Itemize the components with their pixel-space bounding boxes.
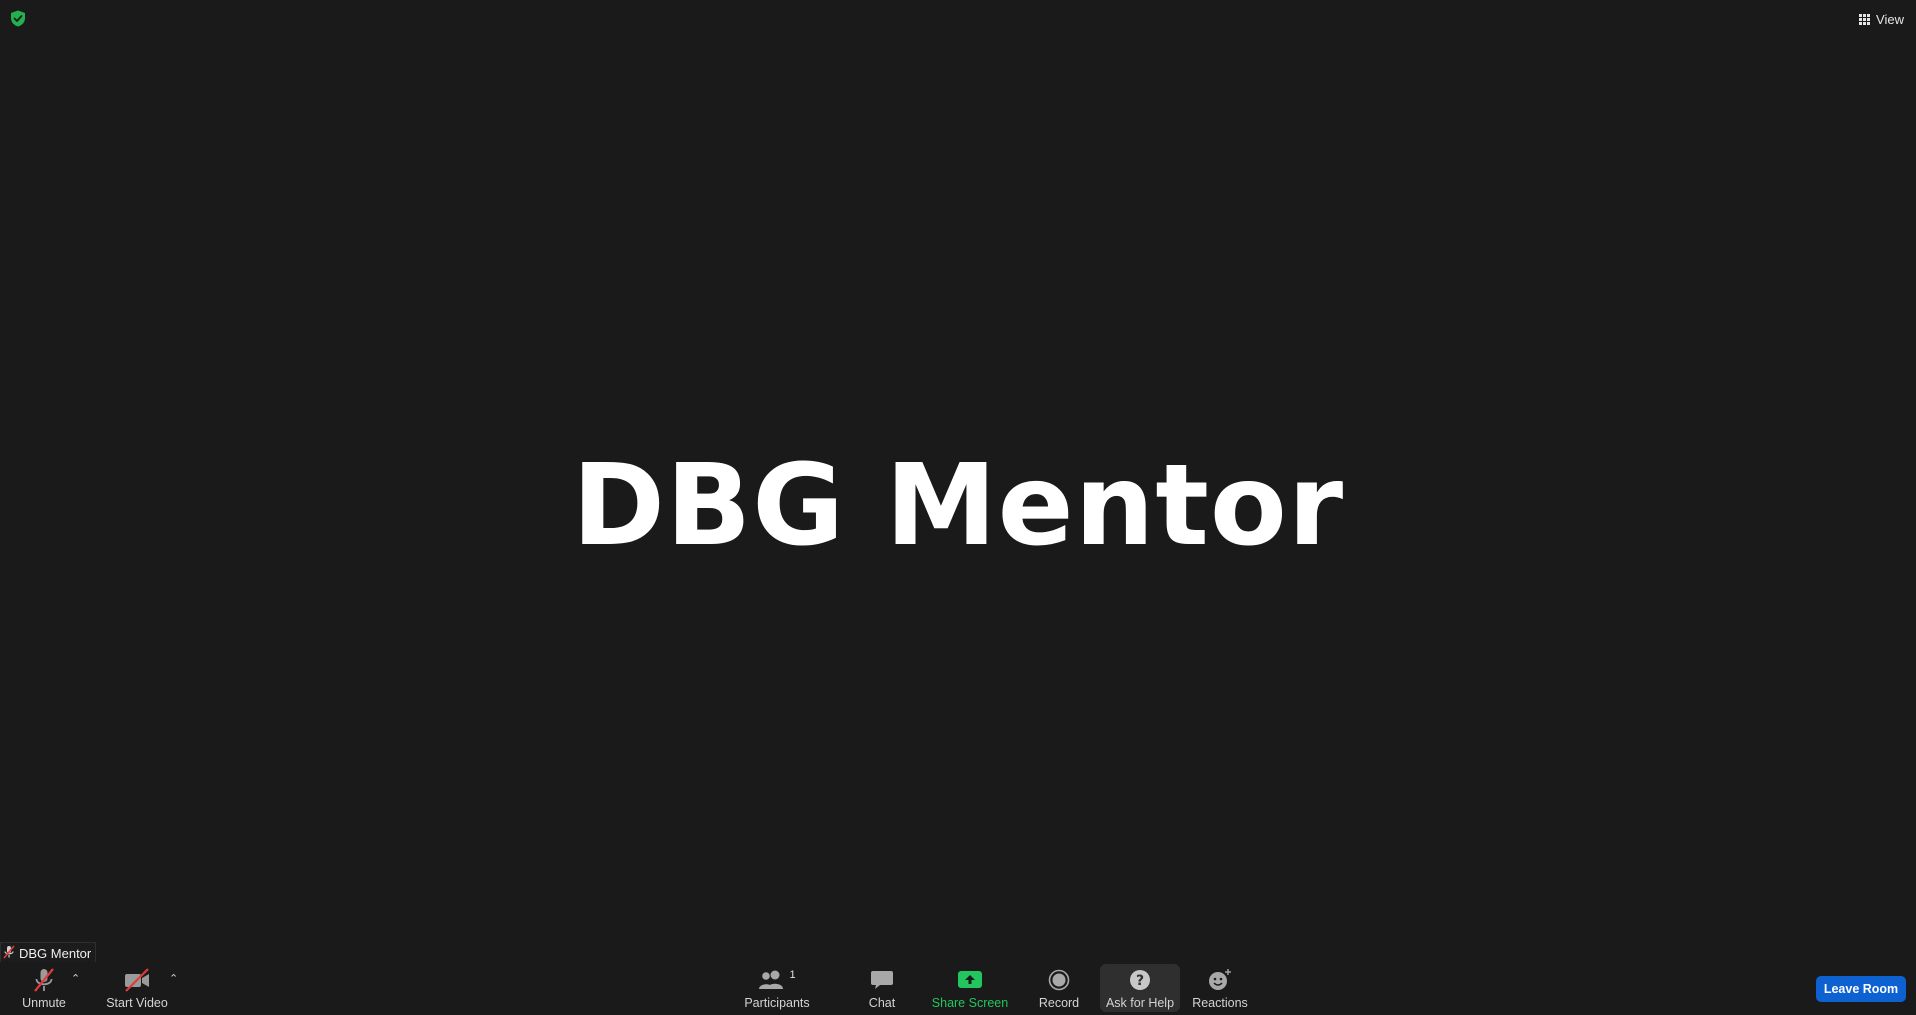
meeting-window: View DBG Mentor DBG Mentor Unmute ⌃ Star… <box>0 0 1916 1015</box>
unmute-button[interactable]: Unmute <box>14 964 74 1012</box>
record-button[interactable]: Record <box>1036 964 1082 1012</box>
participants-button[interactable]: 1 Participants <box>741 964 813 1012</box>
record-icon <box>1048 967 1070 993</box>
view-label: View <box>1876 11 1904 27</box>
share-screen-label: Share Screen <box>931 996 1009 1010</box>
video-options-caret[interactable]: ⌃ <box>169 972 178 985</box>
share-screen-button[interactable]: Share Screen <box>931 964 1009 1012</box>
ask-for-help-button[interactable]: ? Ask for Help <box>1100 964 1180 1012</box>
record-label: Record <box>1038 996 1080 1010</box>
mic-muted-icon <box>3 944 15 962</box>
leave-room-button[interactable]: Leave Room <box>1816 976 1906 1002</box>
participant-display-name: DBG Mentor <box>571 441 1345 571</box>
view-button[interactable]: View <box>1859 9 1904 29</box>
unmute-label: Unmute <box>22 996 66 1010</box>
participants-count: 1 <box>789 969 796 981</box>
participants-icon: 1 <box>758 967 796 993</box>
audio-options-caret[interactable]: ⌃ <box>71 972 80 985</box>
meeting-toolbar: Unmute ⌃ Start Video ⌃ 1 Participants Ch… <box>0 962 1916 1015</box>
chat-label: Chat <box>868 996 896 1010</box>
reactions-label: Reactions <box>1192 996 1248 1010</box>
emoji-add-icon <box>1207 967 1233 993</box>
name-tag-label: DBG Mentor <box>19 945 92 961</box>
shield-check-icon[interactable] <box>10 10 26 27</box>
start-video-label: Start Video <box>106 996 168 1010</box>
help-question-icon: ? <box>1129 967 1151 993</box>
mic-muted-icon <box>31 967 57 993</box>
participants-label: Participants <box>744 996 810 1010</box>
reactions-button[interactable]: Reactions <box>1192 964 1248 1012</box>
chat-button[interactable]: Chat <box>860 964 904 1012</box>
participant-name-tag: DBG Mentor <box>0 942 97 964</box>
svg-text:?: ? <box>1136 973 1144 989</box>
start-video-button[interactable]: Start Video <box>102 964 172 1012</box>
video-off-icon <box>123 967 151 993</box>
chat-bubble-icon <box>870 967 894 993</box>
grid-icon <box>1859 13 1871 25</box>
ask-for-help-label: Ask for Help <box>1105 996 1175 1010</box>
share-screen-icon <box>957 967 983 993</box>
